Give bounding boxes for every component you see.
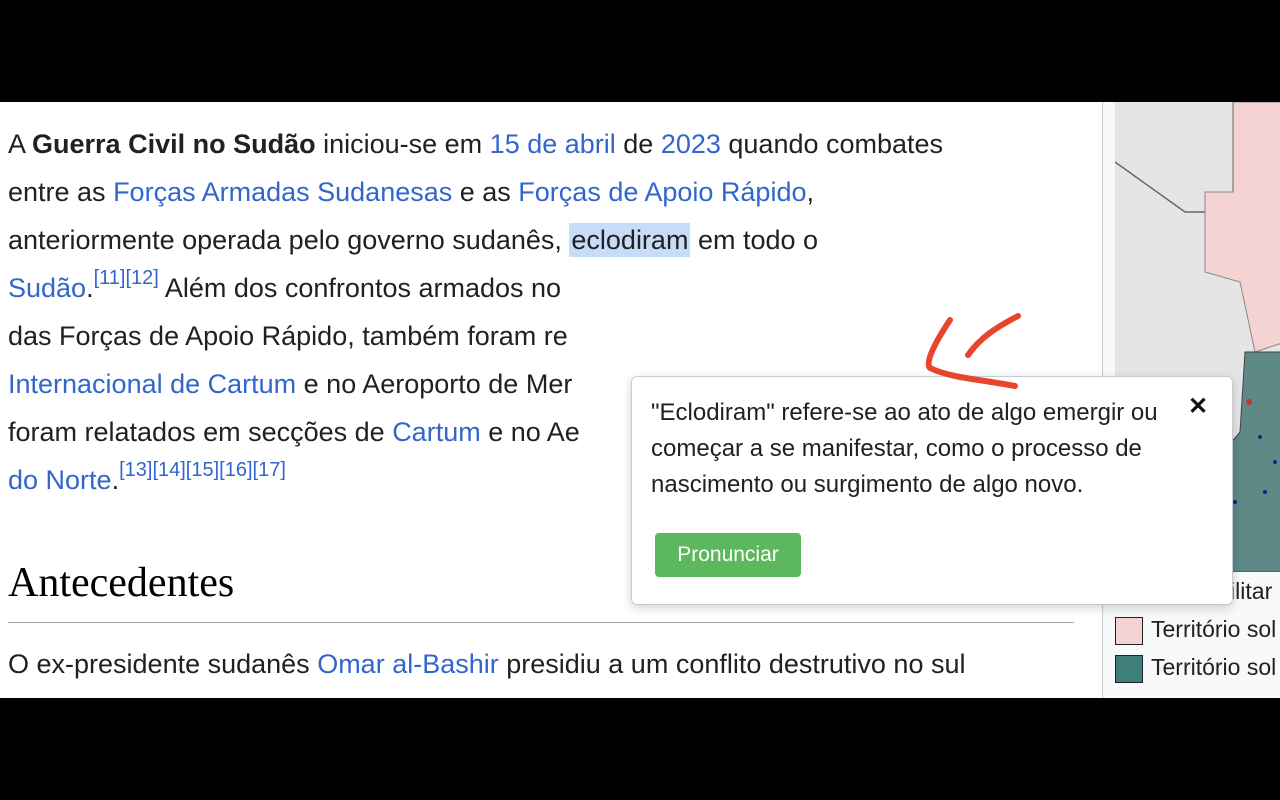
text: A (8, 129, 33, 159)
link-forcas-armadas[interactable]: Forças Armadas Sudanesas (113, 177, 452, 207)
article-line: Sudão.[11][12] Além dos confrontos armad… (8, 264, 1098, 312)
article-line: entre as Forças Armadas Sudanesas e as F… (8, 168, 1098, 216)
selected-word[interactable]: eclodiram (569, 223, 691, 257)
text: O ex-presidente sudanês (8, 649, 318, 679)
text: e no Aeroporto de Mer (296, 369, 573, 399)
link-do-norte[interactable]: do Norte (8, 465, 112, 495)
article-line: A Guerra Civil no Sudão iniciou-se em 15… (8, 120, 1098, 168)
text: Além dos confrontos armados no (158, 273, 562, 303)
link-aeroporto-cartum[interactable]: Internacional de Cartum (8, 369, 296, 399)
citation-link[interactable]: [13] (119, 459, 152, 481)
bold-title: Guerra Civil no Sudão (32, 129, 316, 159)
text: anteriormente operada pelo governo sudan… (8, 225, 570, 255)
text: iniciou-se em (315, 129, 490, 159)
legend-swatch (1115, 654, 1143, 683)
citation-link[interactable]: [11] (94, 267, 126, 289)
link-cartum[interactable]: Cartum (392, 417, 481, 447)
article-line: anteriormente operada pelo governo sudan… (8, 216, 1098, 264)
citation-link[interactable]: [15] (186, 459, 219, 481)
text: das Forças de Apoio Rápido, também foram… (8, 321, 568, 351)
definition-text: "Eclodiram" refere-se ao ato de algo eme… (651, 399, 1158, 498)
text: entre as (8, 177, 114, 207)
citation-link[interactable]: [12] (125, 267, 158, 289)
link-sudao[interactable]: Sudão (8, 273, 86, 303)
legend-item: Território sol (1115, 616, 1276, 645)
link-forcas-apoio[interactable]: Forças de Apoio Rápido (518, 177, 806, 207)
text: , (806, 177, 814, 207)
text: . (111, 465, 120, 495)
browser-viewport: A Guerra Civil no Sudão iniciou-se em 15… (0, 102, 1280, 698)
section-paragraph: O ex-presidente sudanês Omar al-Bashir p… (8, 640, 965, 688)
text: de (615, 129, 661, 159)
link-15-de-abril[interactable]: 15 de abril (490, 129, 616, 159)
link-omar-al-bashir[interactable]: Omar al-Bashir (317, 649, 499, 679)
citation-link[interactable]: [16] (219, 459, 252, 481)
text: e as (452, 177, 519, 207)
text: foram relatados em secções de (8, 417, 393, 447)
close-icon[interactable]: ✕ (1188, 393, 1208, 421)
text: presidiu a um conflito destrutivo no sul (498, 649, 966, 679)
legend-label: Território sol (1151, 654, 1277, 680)
legend-label: Território sol (1151, 616, 1277, 642)
section-heading-text: Antecedentes (8, 560, 235, 606)
text: quando combates (720, 129, 944, 159)
definition-popup: "Eclodiram" refere-se ao ato de algo eme… (631, 376, 1233, 605)
citation-link[interactable]: [17] (253, 459, 286, 481)
link-2023[interactable]: 2023 (661, 129, 721, 159)
text: e no Ae (480, 417, 580, 447)
pronounce-button[interactable]: Pronunciar (655, 533, 801, 577)
text: . (86, 273, 94, 303)
legend-item: Território sol (1115, 654, 1276, 683)
text: em todo o (690, 225, 819, 255)
citation-link[interactable]: [14] (152, 459, 185, 481)
legend-swatch (1115, 616, 1143, 645)
hand-drawn-arrow-annotation (925, 313, 1021, 389)
